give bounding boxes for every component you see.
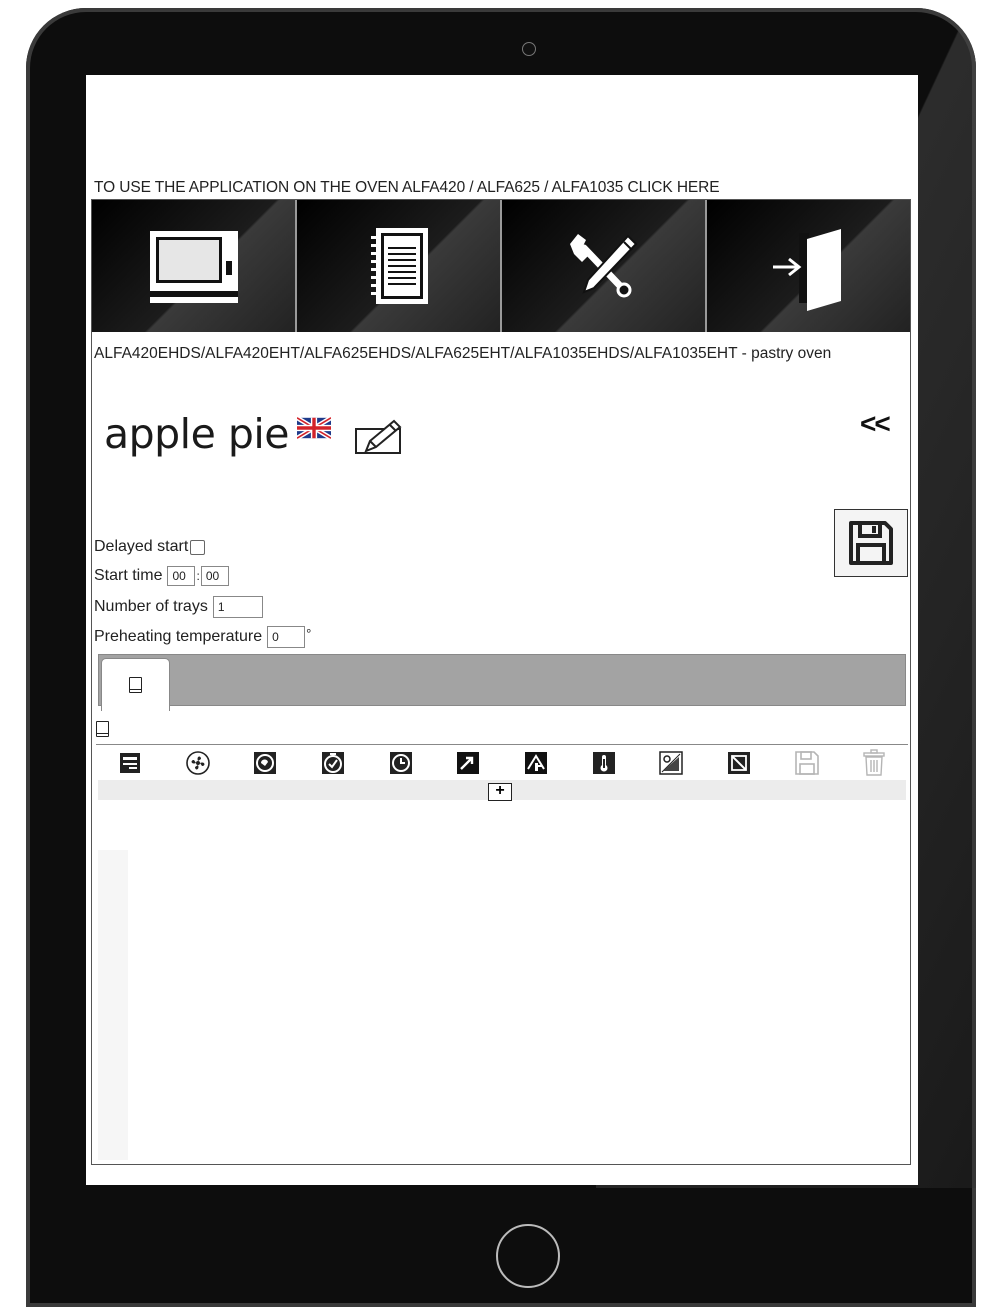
fan-speed-icon (659, 751, 683, 775)
dry-button[interactable] (96, 746, 164, 780)
save-recipe-button[interactable] (834, 509, 908, 577)
dry-icon (119, 753, 140, 773)
steam-valve-icon (524, 752, 547, 774)
tools-tile[interactable] (502, 200, 707, 332)
time-separator: : (196, 569, 200, 583)
delete-phase-button[interactable] (840, 746, 908, 780)
logout-tile[interactable] (707, 200, 910, 332)
device-icon (129, 677, 142, 693)
app-frame: ALFA420EHDS/ALFA420EHT/ALFA625EHDS/ALFA6… (91, 199, 911, 1165)
tab-phase-1[interactable] (101, 658, 170, 711)
steam-up-icon (457, 752, 480, 774)
back-button[interactable]: << (860, 408, 891, 440)
start-hours-input[interactable]: 00 (167, 566, 196, 586)
recipe-book-tile[interactable] (297, 200, 502, 332)
oven-application-link[interactable]: TO USE THE APPLICATION ON THE OVEN ALFA4… (94, 179, 720, 197)
degree-unit: ° (306, 626, 312, 641)
home-button[interactable] (496, 1224, 560, 1288)
humidity-icon (254, 752, 277, 774)
preheat-label: Preheating temperature (94, 628, 263, 645)
delayed-start-checkbox[interactable] (190, 539, 206, 555)
trays-row: Number of trays 1 (94, 596, 263, 618)
delayed-start-label: Delayed start (94, 538, 189, 555)
trays-label: Number of trays (94, 598, 208, 615)
phase-tabs-bar (98, 654, 906, 711)
trash-icon (863, 749, 885, 776)
add-phase-button[interactable]: + (488, 783, 512, 801)
app-screen: TO USE THE APPLICATION ON THE OVEN ALFA4… (86, 75, 918, 1185)
core-timer-button[interactable] (299, 746, 367, 780)
phase-device-icon (96, 721, 109, 737)
floppy-disk-icon (849, 521, 893, 565)
no-humidity-button[interactable] (705, 746, 773, 780)
delayed-start-row: Delayed start (94, 538, 206, 556)
trays-input[interactable]: 1 (212, 596, 263, 618)
humidity-button[interactable] (231, 746, 299, 780)
recipe-name: apple pie (104, 410, 289, 458)
phase-toolbar (96, 744, 908, 781)
preheat-input[interactable]: 0 (267, 626, 306, 648)
fan-button[interactable] (164, 746, 232, 780)
core-timer-icon (321, 752, 344, 774)
oven-icon (149, 231, 238, 303)
start-minutes-input[interactable]: 00 (200, 566, 229, 586)
edit-recipe-icon[interactable] (354, 419, 404, 455)
save-phase-icon (794, 751, 819, 775)
camera-icon (522, 42, 536, 56)
fan-icon (185, 751, 210, 775)
fan-speed-button[interactable] (637, 746, 705, 780)
no-humidity-icon (727, 752, 750, 774)
clock-button[interactable] (367, 746, 435, 780)
steam-up-button[interactable] (434, 746, 502, 780)
start-time-row: Start time 00 : 00 (94, 566, 229, 586)
clock-icon (389, 752, 412, 774)
thermometer-icon (592, 752, 615, 774)
preheat-row: Preheating temperature 0 ° (94, 626, 311, 648)
logout-icon (772, 229, 841, 311)
tools-icon (569, 234, 637, 298)
nav-tiles (92, 200, 910, 332)
thermometer-button[interactable] (570, 746, 638, 780)
recipe-book-icon (370, 228, 428, 304)
uk-flag-icon[interactable] (297, 417, 331, 439)
oven-model-label: ALFA420EHDS/ALFA420EHT/ALFA625EHDS/ALFA6… (94, 345, 832, 362)
steam-valve-button[interactable] (502, 746, 570, 780)
save-phase-button[interactable] (773, 746, 841, 780)
start-time-label: Start time (94, 567, 163, 584)
phase-list-area (98, 850, 128, 1160)
oven-tile[interactable] (92, 200, 297, 332)
